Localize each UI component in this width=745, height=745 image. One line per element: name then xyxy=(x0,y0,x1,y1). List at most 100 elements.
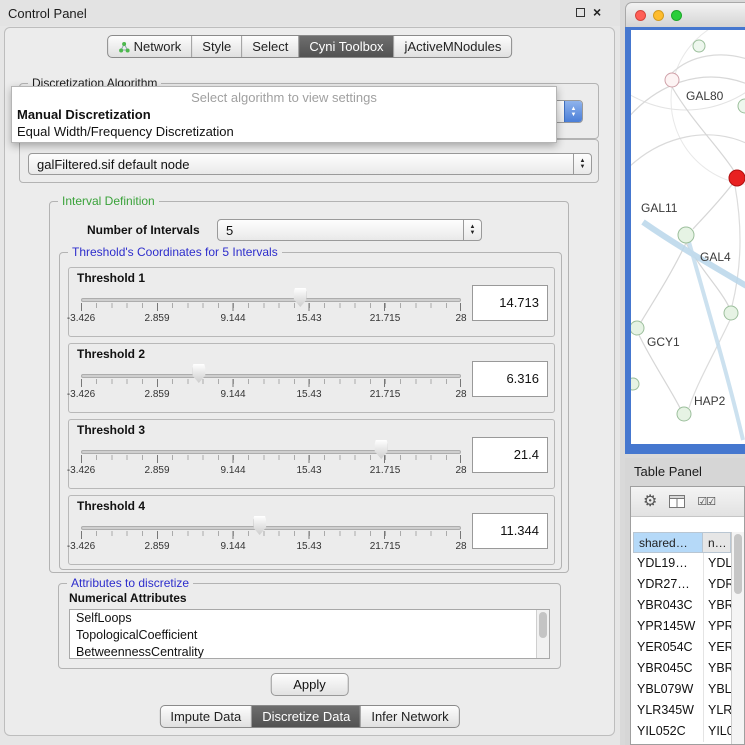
table-cell: YIL0… xyxy=(703,721,731,742)
tab-label: Infer Network xyxy=(371,709,448,724)
table-rows-container: YDL19…YDL1…YDR27…YDR2…YBR043CYBR0…YPR145… xyxy=(633,553,731,744)
tab-infer-network[interactable]: Infer Network xyxy=(361,706,458,727)
network-icon xyxy=(118,41,130,53)
network-canvas[interactable]: GAL80 GAL11 GAL4 GCY1 HAP2 xyxy=(631,30,745,444)
column-header-name[interactable]: n… xyxy=(703,532,731,553)
interval-definition-group: Interval Definition Number of Intervals … xyxy=(49,201,569,573)
network-node[interactable] xyxy=(665,73,679,87)
table-row[interactable]: YBR045CYBR0… xyxy=(633,658,731,679)
table-row[interactable]: YDR27…YDR2… xyxy=(633,574,731,595)
table-row[interactable]: YBR043CYBR0… xyxy=(633,595,731,616)
network-node[interactable] xyxy=(693,40,705,52)
network-node[interactable] xyxy=(631,321,644,335)
table-row[interactable]: YER054CYER0… xyxy=(633,637,731,658)
table-row[interactable]: YLR345WYLR3… xyxy=(633,700,731,721)
list-scrollbar[interactable] xyxy=(536,610,549,658)
tab-jactivemnodules[interactable]: jActiveMNodules xyxy=(395,36,512,57)
attributes-group: Attributes to discretize Numerical Attri… xyxy=(58,583,561,669)
tab-select[interactable]: Select xyxy=(242,36,299,57)
network-node[interactable] xyxy=(724,306,738,320)
scale-tick-label: 9.144 xyxy=(220,465,245,476)
scrollbar-thumb[interactable] xyxy=(539,612,547,638)
attribute-list-item[interactable]: TopologicalCoefficient xyxy=(70,627,549,644)
tab-discretize-data[interactable]: Discretize Data xyxy=(252,706,361,727)
attribute-list-item[interactable]: SelfLoops xyxy=(70,610,549,627)
minimize-traffic-light-icon[interactable] xyxy=(653,10,664,21)
slider-track[interactable] xyxy=(81,374,461,378)
attributes-list[interactable]: SelfLoopsTopologicalCoefficientBetweenne… xyxy=(69,609,550,659)
popup-option-manual-discretization[interactable]: Manual Discretization xyxy=(12,106,556,123)
tab-style[interactable]: Style xyxy=(192,36,242,57)
scale-tick-label: 2.859 xyxy=(144,389,169,400)
scrollbar-thumb[interactable] xyxy=(734,534,742,594)
scale-tick-label: -3.426 xyxy=(67,313,95,324)
tab-cyni-toolbox[interactable]: Cyni Toolbox xyxy=(299,36,394,57)
scale-tick-label: 28 xyxy=(455,465,466,476)
scale-tick-label: 21.715 xyxy=(370,541,401,552)
num-intervals-combo[interactable]: 5 xyxy=(217,219,482,241)
table-row[interactable]: YBL079WYBL0… xyxy=(633,679,731,700)
algorithm-dropdown-popup: Select algorithm to view settings Manual… xyxy=(11,86,557,143)
slider-track[interactable] xyxy=(81,450,461,454)
table-cell: YBL0… xyxy=(703,679,731,700)
column-header-shared-name[interactable]: shared… xyxy=(633,532,703,553)
window-traffic-lights xyxy=(635,10,682,21)
column-visibility-icon[interactable]: ☑☑ xyxy=(697,495,715,508)
table-row[interactable]: YIL052CYIL0… xyxy=(633,721,731,742)
slider-major-ticks xyxy=(81,531,461,539)
threshold-value-field[interactable]: 14.713 xyxy=(472,285,548,321)
combo-stepper-icon[interactable] xyxy=(564,101,582,122)
table-cell: YPR145W xyxy=(633,616,703,637)
slider-scale-labels: -3.4262.8599.14415.4321.71528 xyxy=(81,313,461,325)
close-icon[interactable]: × xyxy=(593,4,601,20)
table-cell: YIL052C xyxy=(633,721,703,742)
threshold-slider[interactable]: -3.4262.8599.14415.4321.71528 xyxy=(81,358,461,412)
columns-icon[interactable] xyxy=(669,495,685,508)
table-scrollbar[interactable] xyxy=(731,532,744,744)
table-row[interactable]: YPR145WYPR1… xyxy=(633,616,731,637)
table-cell: YLR345W xyxy=(633,700,703,721)
combo-stepper-icon[interactable] xyxy=(463,220,481,240)
scale-tick-label: 15.43 xyxy=(296,313,321,324)
threshold-slider[interactable]: -3.4262.8599.14415.4321.71528 xyxy=(81,434,461,488)
slider-track[interactable] xyxy=(81,298,461,302)
network-window-titlebar[interactable] xyxy=(625,2,745,27)
network-node-selected[interactable] xyxy=(729,170,745,186)
scale-tick-label: 21.715 xyxy=(370,313,401,324)
threshold-value-field[interactable]: 6.316 xyxy=(472,361,548,397)
table-row[interactable]: YDL19…YDL1… xyxy=(633,553,731,574)
slider-track[interactable] xyxy=(81,526,461,530)
num-intervals-label: Number of Intervals xyxy=(87,223,200,237)
bottom-tab-bar: Impute DataDiscretize Data Infer Network xyxy=(159,705,459,728)
slider-scale-labels: -3.4262.8599.14415.4321.71528 xyxy=(81,541,461,553)
threshold-value-field[interactable]: 11.344 xyxy=(472,513,548,549)
application-root: Control Panel × NetworkStyle Select Cyni T… xyxy=(0,0,745,745)
tab-network[interactable]: Network xyxy=(108,36,193,57)
control-panel-titlebar[interactable]: Control Panel × xyxy=(0,0,620,26)
apply-button[interactable]: Apply xyxy=(270,673,349,696)
combo-stepper-icon[interactable] xyxy=(573,154,591,174)
window-title: Control Panel xyxy=(8,6,87,21)
threshold-slider[interactable]: -3.4262.8599.14415.4321.71528 xyxy=(81,282,461,336)
network-node[interactable] xyxy=(738,99,745,113)
network-node-label: GCY1 xyxy=(647,335,680,349)
table-cell: YDL1… xyxy=(703,553,731,574)
close-traffic-light-icon[interactable] xyxy=(635,10,646,21)
tab-label: Cyni Toolbox xyxy=(309,39,383,54)
zoom-traffic-light-icon[interactable] xyxy=(671,10,682,21)
network-node[interactable] xyxy=(677,407,691,421)
threshold-value-field[interactable]: 21.4 xyxy=(472,437,548,473)
tab-impute-data[interactable]: Impute Data xyxy=(160,706,252,727)
table-panel-title: Table Panel xyxy=(634,464,702,479)
network-node[interactable] xyxy=(631,378,639,390)
threshold-slider[interactable]: -3.4262.8599.14415.4321.71528 xyxy=(81,510,461,564)
table-cell: YER0… xyxy=(703,637,731,658)
tab-label: Select xyxy=(252,39,288,54)
gear-icon[interactable]: ⚙ xyxy=(643,494,657,510)
top-tab-bar: NetworkStyle Select Cyni Toolbox jActiveMNo… xyxy=(107,35,513,58)
popup-option-equal-width-frequency[interactable]: Equal Width/Frequency Discretization xyxy=(12,123,556,140)
float-window-icon[interactable] xyxy=(576,8,585,17)
network-node[interactable] xyxy=(678,227,694,243)
table-data-combo[interactable]: galFiltered.sif default node xyxy=(28,153,592,175)
attribute-list-item[interactable]: BetweennessCentrality xyxy=(70,644,549,659)
